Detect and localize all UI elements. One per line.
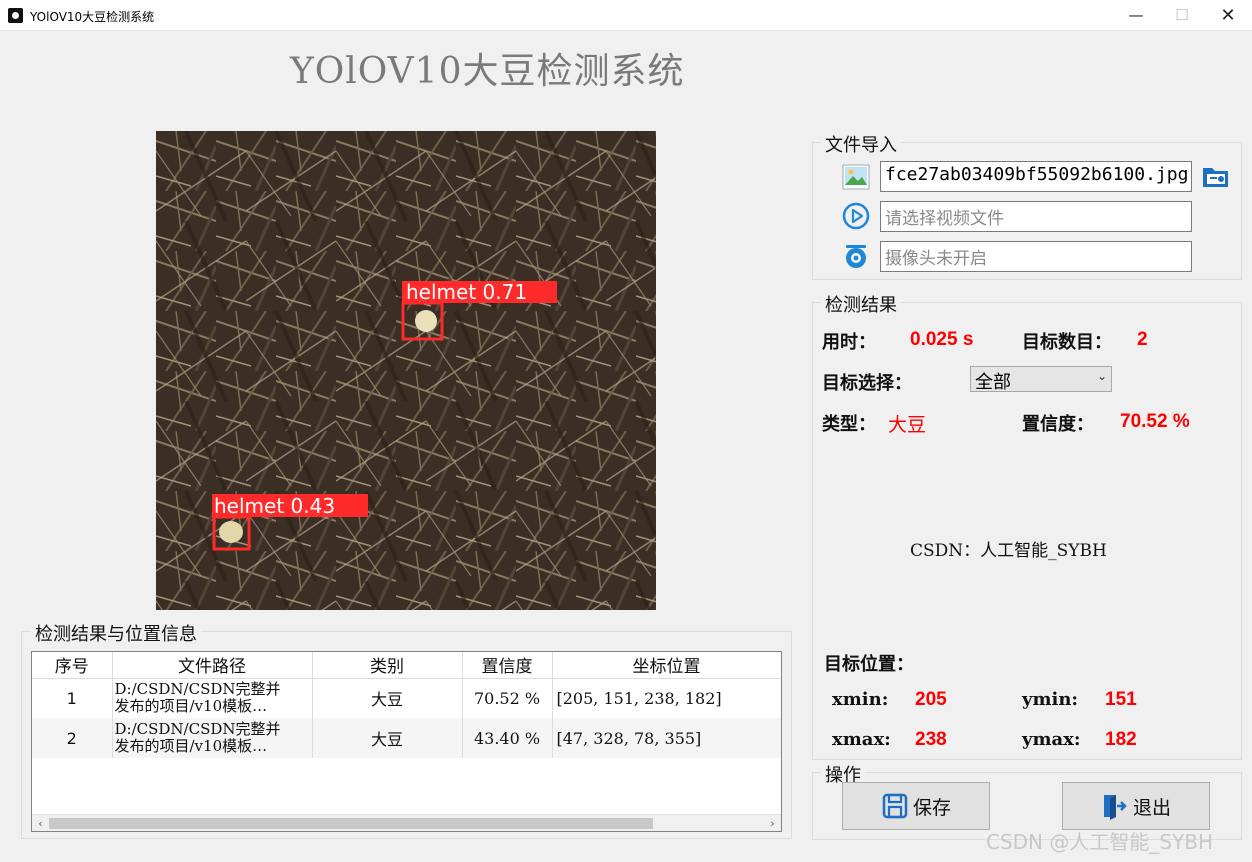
header-index[interactable]: 序号 bbox=[32, 652, 113, 679]
ymin-value: 151 bbox=[1105, 689, 1137, 710]
confidence-label: 置信度： bbox=[1022, 414, 1094, 435]
target-select-label: 目标选择： bbox=[822, 373, 912, 394]
cell-index: 1 bbox=[32, 678, 113, 718]
cell-path-line: D:/CSDN/CSDN完整并 bbox=[114, 720, 281, 738]
exit-door-icon bbox=[1103, 795, 1127, 820]
open-folder-icon[interactable] bbox=[1201, 162, 1229, 190]
type-value: 大豆 bbox=[888, 414, 927, 436]
camera-input[interactable]: 摄像头未开启 bbox=[880, 241, 1192, 272]
xmin-value: 205 bbox=[915, 689, 947, 710]
detection-label-1: helmet 0.71 bbox=[406, 280, 527, 304]
exit-button[interactable]: 退出 bbox=[1062, 782, 1210, 830]
time-label: 用时： bbox=[822, 332, 876, 353]
table-header-row: 序号 文件路径 类别 置信度 坐标位置 bbox=[32, 652, 781, 679]
ymax-label: ymax: bbox=[1022, 729, 1081, 750]
position-label: 目标位置： bbox=[824, 654, 914, 675]
app-icon bbox=[8, 8, 23, 23]
cell-path: D:/CSDN/CSDN完整并 发布的项目/v10模板… bbox=[112, 718, 313, 758]
count-value: 2 bbox=[1137, 329, 1148, 350]
cell-path-line: 发布的项目/v10模板… bbox=[114, 697, 268, 716]
cell-confidence: 70.52 % bbox=[462, 678, 553, 718]
detection-label-2: helmet 0.43 bbox=[214, 494, 335, 518]
count-label: 目标数目： bbox=[1022, 332, 1112, 353]
table-row[interactable]: 2 D:/CSDN/CSDN完整并 发布的项目/v10模板… 大豆 43.40 %… bbox=[32, 718, 781, 758]
confidence-value: 70.52 % bbox=[1120, 411, 1190, 432]
target-select-value: 全部 bbox=[975, 372, 1011, 393]
window-title: YOlOV10大豆检测系统 bbox=[30, 10, 155, 24]
horizontal-scrollbar[interactable]: ‹ › bbox=[32, 814, 781, 831]
ymax-value: 182 bbox=[1105, 729, 1137, 750]
save-button-label: 保存 bbox=[912, 796, 951, 819]
header-coords[interactable]: 坐标位置 bbox=[552, 652, 781, 679]
header-confidence[interactable]: 置信度 bbox=[462, 652, 553, 679]
watermark: CSDN @人工智能_SYBH bbox=[986, 830, 1214, 854]
cell-coords: [47, 328, 78, 355] bbox=[552, 718, 781, 758]
title-bar: YOlOV10大豆检测系统 — ☐ ✕ bbox=[0, 0, 1252, 31]
time-value: 0.025 s bbox=[910, 329, 974, 350]
type-label: 类型： bbox=[822, 414, 876, 435]
minimize-button[interactable]: — bbox=[1113, 2, 1159, 29]
cell-confidence: 43.40 % bbox=[462, 718, 553, 758]
file-import-title: 文件导入 bbox=[821, 131, 901, 157]
image-file-field[interactable]: fce27ab03409bf55092b6100.jpg bbox=[880, 161, 1192, 192]
scroll-right-icon[interactable]: › bbox=[764, 815, 781, 831]
video-play-icon[interactable] bbox=[842, 202, 870, 230]
results-title: 检测结果 bbox=[821, 291, 901, 317]
video-file-input[interactable]: 请选择视频文件 bbox=[880, 201, 1192, 232]
cell-coords: [205, 151, 238, 182] bbox=[552, 678, 781, 718]
results-table[interactable]: 序号 文件路径 类别 置信度 坐标位置 1 D:/CSDN/CSDN完整并 发布的… bbox=[31, 651, 782, 832]
close-button[interactable]: ✕ bbox=[1205, 2, 1251, 29]
save-icon bbox=[882, 793, 908, 819]
exit-button-label: 退出 bbox=[1132, 796, 1171, 819]
cell-class: 大豆 bbox=[312, 718, 463, 758]
header-path[interactable]: 文件路径 bbox=[112, 652, 313, 679]
credit-text: CSDN：人工智能_SYBH bbox=[910, 541, 1107, 561]
xmax-label: xmax: bbox=[832, 729, 891, 750]
scroll-left-icon[interactable]: ‹ bbox=[32, 815, 49, 831]
cell-path-line: 发布的项目/v10模板… bbox=[114, 737, 268, 755]
xmin-label: xmin: bbox=[832, 689, 889, 710]
cell-class: 大豆 bbox=[312, 678, 463, 718]
chevron-down-icon: ⌄ bbox=[1096, 369, 1107, 383]
scrollbar-thumb[interactable] bbox=[49, 818, 653, 829]
ymin-label: ymin: bbox=[1022, 689, 1079, 710]
target-select[interactable]: 全部 ⌄ bbox=[970, 366, 1112, 393]
camera-icon[interactable] bbox=[842, 242, 870, 270]
xmax-value: 238 bbox=[915, 729, 947, 750]
table-row[interactable]: 1 D:/CSDN/CSDN完整并 发布的项目/v10模板… 大豆 70.52 %… bbox=[32, 678, 781, 718]
cell-path-line: D:/CSDN/CSDN完整并 bbox=[114, 680, 281, 699]
cell-index: 2 bbox=[32, 718, 113, 758]
image-file-icon[interactable] bbox=[842, 163, 870, 191]
header-class[interactable]: 类别 bbox=[312, 652, 463, 679]
save-button[interactable]: 保存 bbox=[842, 782, 990, 830]
table-title: 检测结果与位置信息 bbox=[31, 620, 201, 646]
detection-image: helmet 0.71 helmet 0.43 bbox=[156, 131, 656, 610]
cell-path: D:/CSDN/CSDN完整并 发布的项目/v10模板… bbox=[112, 678, 313, 718]
app-heading: YOlOV10大豆检测系统 bbox=[290, 51, 685, 92]
maximize-button[interactable]: ☐ bbox=[1159, 2, 1205, 29]
